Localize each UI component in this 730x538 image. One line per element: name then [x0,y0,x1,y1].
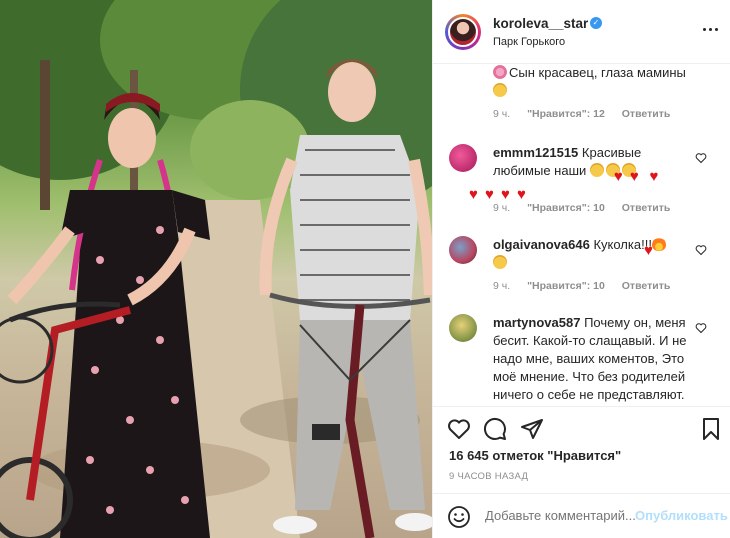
like-comment-heart-icon[interactable] [695,152,707,164]
comment-input[interactable] [485,508,645,523]
comment-time: 9 ч. [493,280,511,292]
more-options-icon[interactable] [703,24,719,36]
comment-likes-button[interactable]: "Нравится": 10 [527,280,605,292]
avatar[interactable] [448,17,478,47]
post-photo[interactable] [0,0,432,538]
add-comment-bar: Опубликовать [433,493,730,538]
red-heart-emoji-icon [614,168,628,186]
like-comment-heart-icon[interactable] [695,322,707,334]
comment-text-block: martynova587 Почему он, меня бесит. Како… [493,314,693,406]
reply-button[interactable]: Ответить [622,280,671,292]
red-heart-emoji-icon [630,168,644,186]
comment-list[interactable]: Сын красавец, глаза мамины 9 ч. "Нравитс… [433,64,730,406]
comment-text-block: emmm121515 Красивые любимые наши [469,144,693,204]
comment-likes-button[interactable]: "Нравится": 10 [527,202,605,214]
bookmark-icon[interactable] [699,417,723,441]
author-avatar-ring[interactable] [445,14,481,50]
comment-time: 9 ч. [493,108,511,120]
author-username[interactable]: koroleva__star [493,16,588,31]
comment-username[interactable]: martynova587 [493,315,580,330]
post-timestamp[interactable]: 9 ЧАСОВ НАЗАД [449,471,528,482]
likes-count[interactable]: 16 645 отметок "Нравится" [449,448,621,463]
verified-badge-icon: ✓ [590,17,602,29]
red-heart-emoji-icon [650,168,664,186]
red-heart-emoji-icon [517,186,531,204]
post-location[interactable]: Парк Горького [493,36,565,48]
avatar[interactable] [449,144,477,172]
heart-eyes-emoji-icon [493,83,507,97]
comment-username[interactable]: olgaivanova646 [493,237,590,252]
publish-button[interactable]: Опубликовать [635,508,728,523]
comment-likes-button[interactable]: "Нравится": 12 [527,108,605,120]
post-header: koroleva__star ✓ Парк Горького [433,0,730,64]
comment-icon[interactable] [483,417,507,441]
comment-text-block: Сын красавец, глаза мамины [493,64,693,100]
red-heart-emoji-icon [485,186,499,204]
red-heart-emoji-icon [644,242,658,260]
reply-button[interactable]: Ответить [622,202,671,214]
comment-meta: 9 ч. "Нравится": 10 Ответить [493,202,684,214]
comment-meta: 9 ч. "Нравится": 10 Ответить [493,280,684,292]
flower-emoji-icon [493,65,507,79]
comment-username[interactable]: emmm121515 [493,145,578,160]
comment-meta: 9 ч. "Нравится": 12 Ответить [493,108,684,120]
red-heart-emoji-icon [501,186,515,204]
like-comment-heart-icon[interactable] [695,244,707,256]
post-sidebar: koroleva__star ✓ Парк Горького Сын краса… [432,0,730,538]
heart-eyes-emoji-icon [589,163,604,177]
reply-button[interactable]: Ответить [622,108,671,120]
red-heart-emoji-icon [469,186,483,204]
post-actions: 16 645 отметок "Нравится" 9 ЧАСОВ НАЗАД … [433,406,730,538]
heart-eyes-emoji-icon [493,255,507,269]
avatar[interactable] [449,314,477,342]
emoji-icon[interactable] [447,505,471,529]
comment-text-block: olgaivanova646 Куколка!!! [493,236,693,272]
heart-icon[interactable] [447,417,471,441]
photo-illustration [0,0,432,538]
avatar[interactable] [449,236,477,264]
comment-text: Сын красавец, глаза мамины [509,65,686,80]
comment-time: 9 ч. [493,202,511,214]
share-icon[interactable] [520,417,544,441]
